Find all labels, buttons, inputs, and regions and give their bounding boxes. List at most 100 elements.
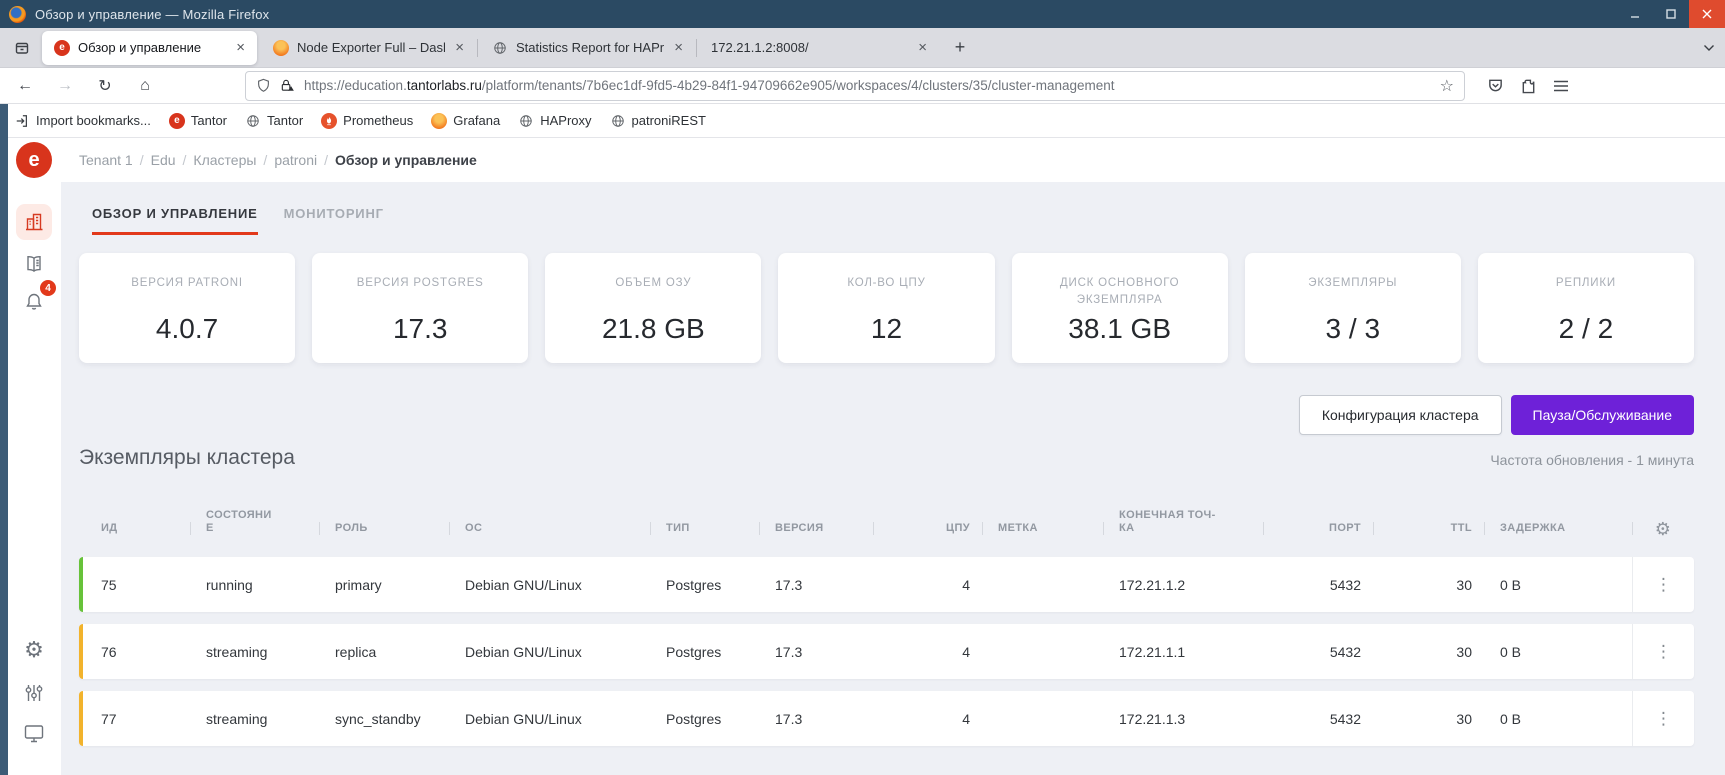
new-tab-button[interactable]: + [945, 33, 975, 63]
card-postgres-version: ВЕРСИЯ POSTGRES 17.3 [312, 253, 528, 363]
pocket-save-icon[interactable] [1487, 77, 1504, 94]
url-bar[interactable]: https://education.tantorlabs.ru/platform… [245, 71, 1465, 101]
col-header-endpoint: КОНЕЧНАЯ ТОЧ- КА [1103, 509, 1263, 546]
bookmarks-bar: Import bookmarks... e Tantor Tantor Prom… [0, 104, 1725, 138]
globe-favicon [610, 113, 626, 129]
browser-tab-grafana[interactable]: Node Exporter Full – Dashb × [261, 31, 476, 65]
url-path: /platform/tenants/7b6ec1df-9fd5-4b29-84f… [482, 78, 1115, 93]
col-header-label: МЕТКА [982, 522, 1103, 545]
url-text: https://education.tantorlabs.ru/platform… [304, 78, 1440, 93]
breadcrumb-item[interactable]: Tenant 1 [79, 152, 133, 168]
sidebar-item-clusters[interactable] [16, 204, 52, 240]
cell-version: 17.3 [759, 644, 873, 660]
status-indicator [79, 691, 83, 746]
row-menu-kebab-icon[interactable]: ⋮ [1632, 624, 1694, 679]
bell-icon [23, 291, 45, 313]
sidebar-item-notifications[interactable]: 4 [16, 284, 52, 320]
breadcrumb-separator: / [140, 152, 144, 168]
cell-id: 76 [79, 644, 190, 660]
cluster-config-button[interactable]: Конфигурация кластера [1299, 395, 1502, 435]
browser-tab-patroni-api[interactable]: 172.21.1.2:8008/ × [699, 31, 939, 65]
browser-tab-haproxy-stats[interactable]: Statistics Report for HAProx × [480, 31, 695, 65]
page-tabs: ОБЗОР И УПРАВЛЕНИЕ МОНИТОРИНГ [92, 206, 384, 235]
bookmark-patronirest[interactable]: patroniREST [610, 113, 706, 129]
cell-endpoint: 172.21.1.3 [1103, 711, 1263, 727]
col-header-id: ИД [79, 522, 190, 545]
tab-monitoring[interactable]: МОНИТОРИНГ [284, 206, 384, 235]
home-icon[interactable]: ⌂ [130, 72, 160, 100]
sidebar-item-assistant[interactable] [16, 766, 52, 775]
cell-version: 17.3 [759, 577, 873, 593]
row-menu-kebab-icon[interactable]: ⋮ [1632, 557, 1694, 612]
maximize-button[interactable] [1653, 0, 1689, 28]
cell-id: 77 [79, 711, 190, 727]
window-title: Обзор и управление — Mozilla Firefox [35, 7, 269, 22]
cell-lag: 0 B [1484, 577, 1632, 593]
grafana-favicon [431, 113, 447, 129]
breadcrumb-item[interactable]: Кластеры [193, 152, 256, 168]
menu-hamburger-icon[interactable] [1553, 79, 1569, 93]
col-header-version: ВЕРСИЯ [759, 522, 873, 545]
bookmark-import[interactable]: Import bookmarks... [14, 113, 151, 129]
instance-row: 76 streaming replica Debian GNU/Linux Po… [79, 624, 1694, 679]
card-replicas: РЕПЛИКИ 2 / 2 [1478, 253, 1694, 363]
sidebar-item-docs[interactable] [16, 246, 52, 282]
main-panel: Tenant 1 / Edu / Кластеры / patroni / Об… [61, 138, 1725, 775]
globe-favicon [245, 113, 261, 129]
sidebar-item-monitoring[interactable] [16, 715, 52, 751]
cluster-actions: Конфигурация кластера Пауза/Обслуживание [1299, 395, 1694, 435]
card-cpu-count: КОЛ-ВО ЦПУ 12 [778, 253, 994, 363]
card-value: 21.8 GB [555, 313, 751, 345]
card-ram: ОБЪЕМ ОЗУ 21.8 GB [545, 253, 761, 363]
row-menu-kebab-icon[interactable]: ⋮ [1632, 691, 1694, 746]
gear-icon: ⚙ [24, 639, 44, 661]
app-sidebar: e 4 ⚙ [8, 138, 61, 775]
browser-tab-overview[interactable]: e Обзор и управление × [42, 31, 257, 65]
bookmark-tantor[interactable]: e Tantor [169, 113, 227, 129]
bookmark-label: Prometheus [343, 113, 413, 128]
back-icon[interactable]: ← [10, 72, 40, 100]
forward-icon[interactable]: → [50, 72, 80, 100]
summary-cards: ВЕРСИЯ PATRONI 4.0.7 ВЕРСИЯ POSTGRES 17.… [79, 253, 1694, 363]
extensions-icon[interactable] [1520, 77, 1537, 94]
building-icon [23, 211, 45, 233]
card-patroni-version: ВЕРСИЯ PATRONI 4.0.7 [79, 253, 295, 363]
window-controls [1617, 0, 1725, 28]
tantor-logo[interactable]: e [16, 142, 52, 178]
tab-close-icon[interactable]: × [672, 39, 685, 56]
table-settings-gear-icon[interactable]: ⚙ [1632, 518, 1694, 546]
cell-lag: 0 B [1484, 644, 1632, 660]
sidebar-item-parameters[interactable] [16, 675, 52, 711]
pause-maintenance-button[interactable]: Пауза/Обслуживание [1511, 395, 1694, 435]
cell-state: running [190, 577, 319, 593]
col-header-lag: ЗАДЕРЖКА [1484, 522, 1632, 545]
card-value: 4.0.7 [89, 313, 285, 345]
tab-overview-management[interactable]: ОБЗОР И УПРАВЛЕНИЕ [92, 206, 258, 235]
tab-close-icon[interactable]: × [453, 39, 466, 56]
breadcrumb-item[interactable]: patroni [274, 152, 317, 168]
close-button[interactable] [1689, 0, 1725, 28]
grafana-favicon [273, 40, 289, 56]
list-all-tabs-icon[interactable] [6, 33, 38, 63]
tab-overflow-chevron-icon[interactable] [1703, 40, 1715, 55]
bookmark-prometheus[interactable]: Prometheus [321, 113, 413, 129]
tab-close-icon[interactable]: × [916, 39, 929, 56]
bookmark-label: Tantor [267, 113, 303, 128]
section-title: Экземпляры кластера [79, 446, 295, 470]
minimize-button[interactable] [1617, 0, 1653, 28]
bookmark-star-icon[interactable]: ☆ [1440, 76, 1454, 96]
cell-version: 17.3 [759, 711, 873, 727]
breadcrumb-item[interactable]: Edu [151, 152, 176, 168]
reload-icon[interactable]: ↻ [90, 72, 120, 100]
col-header-ttl: TTL [1373, 522, 1484, 545]
cell-cpu: 4 [873, 577, 982, 593]
bookmark-grafana[interactable]: Grafana [431, 113, 500, 129]
page-content: e 4 ⚙ Tenant 1 / Edu / Кластеры [0, 138, 1725, 775]
cell-endpoint: 172.21.1.1 [1103, 644, 1263, 660]
breadcrumb: Tenant 1 / Edu / Кластеры / patroni / Об… [61, 138, 1725, 182]
tab-close-icon[interactable]: × [234, 39, 247, 56]
bookmark-haproxy[interactable]: HAProxy [518, 113, 591, 129]
notifications-badge: 4 [40, 280, 56, 296]
bookmark-tantor-globe[interactable]: Tantor [245, 113, 303, 129]
sidebar-item-settings[interactable]: ⚙ [16, 632, 52, 668]
